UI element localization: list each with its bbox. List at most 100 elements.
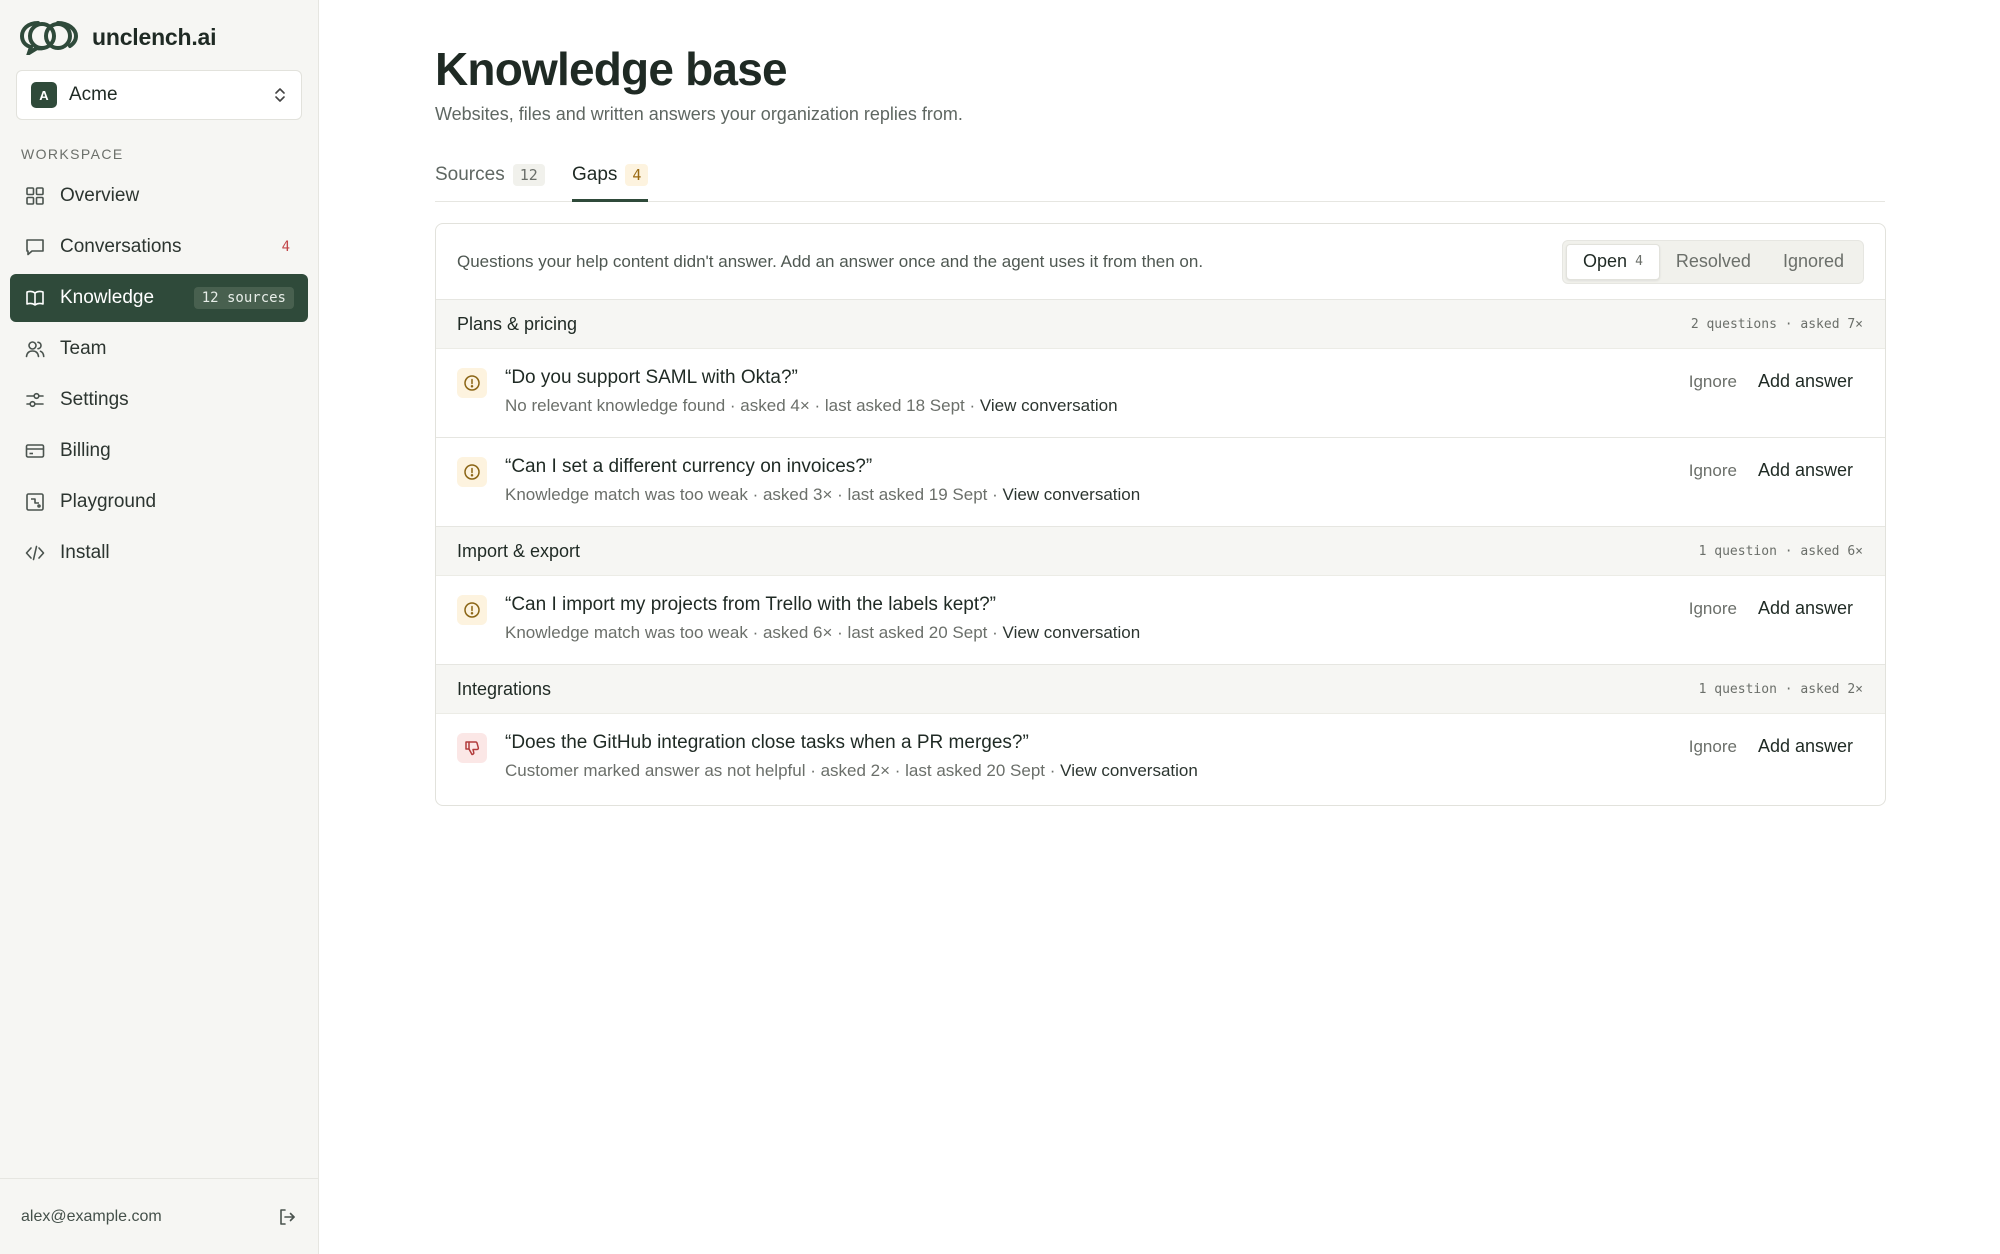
view-conversation-link[interactable]: View conversation [1003, 485, 1141, 504]
sidebar-item-label: Install [60, 542, 110, 563]
group-meta: 2 questions · asked 7× [1690, 316, 1863, 332]
sidebar-item-label: Conversations [60, 236, 182, 257]
ignore-button[interactable]: Ignore [1689, 599, 1737, 619]
sidebar-item-knowledge[interactable]: Knowledge 12 sources [10, 274, 308, 322]
group-header-integrations: Integrations 1 question · asked 2× [436, 665, 1885, 714]
question-meta-text: Knowledge match was too weak · asked 3× … [505, 485, 998, 504]
ignore-button[interactable]: Ignore [1689, 461, 1737, 481]
chat-icon [26, 239, 44, 256]
filter-open[interactable]: Open 4 [1566, 243, 1660, 280]
code-icon [25, 545, 45, 561]
sidebar: unclench.ai A Acme WORKSPACE Overview Co… [0, 0, 319, 1254]
question-actions: Ignore Add answer [1689, 460, 1853, 481]
unread-count-badge: 4 [281, 239, 290, 255]
book-icon [26, 290, 44, 306]
users-icon [25, 341, 45, 358]
tab-gaps[interactable]: Gaps 4 [572, 158, 649, 202]
filter-label: Resolved [1675, 251, 1751, 271]
sidebar-item-overview[interactable]: Overview [10, 172, 308, 220]
filter-ignored[interactable]: Ignored [1767, 244, 1860, 280]
question-actions: Ignore Add answer [1689, 736, 1853, 757]
thumbs-down-icon [457, 733, 487, 763]
question-meta-text: No relevant knowledge found · asked 4× ·… [505, 396, 976, 415]
sidebar-item-label: Billing [60, 440, 111, 461]
question-text: “Do you support SAML with Okta?” [505, 367, 798, 388]
question-meta: Customer marked answer as not helpful · … [505, 761, 1198, 781]
logo-icon [20, 21, 78, 55]
sidebar-item-settings[interactable]: Settings [10, 376, 308, 424]
tab-count-badge: 4 [625, 164, 649, 186]
question-text: “Can I set a different currency on invoi… [505, 456, 873, 477]
question-row: “Can I set a different currency on invoi… [436, 438, 1885, 527]
add-answer-button[interactable]: Add answer [1758, 460, 1853, 481]
question-actions: Ignore Add answer [1689, 598, 1853, 619]
ignore-button[interactable]: Ignore [1689, 737, 1737, 757]
warning-icon [457, 457, 487, 487]
group-title: Integrations [457, 678, 552, 699]
group-header-plans-pricing: Plans & pricing 2 questions · asked 7× [436, 300, 1885, 349]
question-text: “Can I import my projects from Trello wi… [505, 594, 997, 615]
view-conversation-link[interactable]: View conversation [1003, 623, 1141, 642]
filter-count: 4 [1635, 254, 1643, 269]
playground-icon [26, 493, 44, 511]
ignore-button[interactable]: Ignore [1689, 372, 1737, 392]
tab-count-badge: 12 [512, 164, 545, 186]
add-answer-button[interactable]: Add answer [1758, 736, 1853, 757]
section-label-workspace: WORKSPACE [21, 146, 124, 162]
brand-name: unclench.ai [92, 23, 217, 50]
question-meta: Knowledge match was too weak · asked 6× … [505, 623, 1140, 643]
tab-bar: Sources 12 Gaps 4 [435, 158, 1885, 202]
question-text: “Does the GitHub integration close tasks… [505, 732, 1029, 753]
add-answer-button[interactable]: Add answer [1758, 598, 1853, 619]
sliders-icon [26, 392, 44, 408]
question-meta-text: Knowledge match was too weak · asked 6× … [505, 623, 998, 642]
filter-resolved[interactable]: Resolved [1660, 244, 1767, 280]
sidebar-item-label: Settings [60, 389, 129, 410]
question-meta-text: Customer marked answer as not helpful · … [505, 761, 1056, 780]
group-title: Plans & pricing [457, 313, 578, 334]
view-conversation-link[interactable]: View conversation [1060, 761, 1198, 780]
sidebar-item-label: Team [60, 338, 107, 359]
page-subtitle: Websites, files and written answers your… [435, 104, 963, 124]
add-answer-button[interactable]: Add answer [1758, 371, 1853, 392]
tab-label: Sources [435, 164, 505, 185]
sidebar-nav: Overview Conversations 4 Knowledge 12 so… [10, 172, 308, 580]
sources-count-badge: 12 sources [193, 287, 294, 309]
brand[interactable]: unclench.ai [20, 18, 217, 56]
question-meta: No relevant knowledge found · asked 4× ·… [505, 396, 1118, 416]
view-conversation-link[interactable]: View conversation [980, 396, 1118, 415]
sidebar-item-conversations[interactable]: Conversations 4 [10, 223, 308, 271]
filter-label: Open [1583, 251, 1628, 271]
question-meta: Knowledge match was too weak · asked 3× … [505, 485, 1140, 505]
card-icon [25, 444, 45, 458]
org-selector[interactable]: A Acme [16, 70, 302, 120]
logout-icon[interactable] [277, 1207, 297, 1227]
sidebar-item-playground[interactable]: Playground [10, 478, 308, 526]
gaps-description: Questions your help content didn't answe… [457, 251, 1204, 271]
org-name: Acme [69, 84, 118, 105]
chevron-updown-icon [275, 88, 285, 102]
gaps-card: Questions your help content didn't answe… [435, 223, 1886, 806]
tab-sources[interactable]: Sources 12 [435, 158, 545, 202]
sidebar-item-install[interactable]: Install [10, 529, 308, 577]
group-meta: 1 question · asked 6× [1698, 543, 1863, 559]
question-row: “Can I import my projects from Trello wi… [436, 576, 1885, 665]
sidebar-item-label: Overview [60, 185, 140, 206]
status-filter: Open 4 Resolved Ignored [1562, 239, 1864, 284]
question-row: “Does the GitHub integration close tasks… [436, 714, 1885, 803]
sidebar-footer: alex@example.com [0, 1178, 319, 1254]
sidebar-item-team[interactable]: Team [10, 325, 308, 373]
page-title: Knowledge base [435, 43, 788, 95]
group-title: Import & export [457, 540, 581, 561]
sidebar-item-label: Knowledge [60, 287, 155, 308]
tab-label: Gaps [572, 164, 618, 185]
group-header-import-export: Import & export 1 question · asked 6× [436, 527, 1885, 576]
gaps-card-header: Questions your help content didn't answe… [436, 224, 1885, 300]
warning-icon [457, 595, 487, 625]
user-email: alex@example.com [21, 1207, 162, 1225]
grid-icon [26, 187, 44, 205]
warning-icon [457, 368, 487, 398]
sidebar-item-billing[interactable]: Billing [10, 427, 308, 475]
question-actions: Ignore Add answer [1689, 371, 1853, 392]
group-meta: 1 question · asked 2× [1698, 681, 1863, 697]
